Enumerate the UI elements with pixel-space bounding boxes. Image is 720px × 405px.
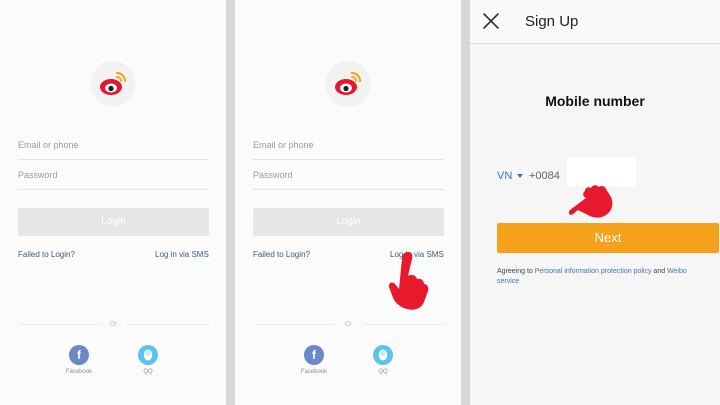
privacy-policy-link[interactable]: Personal information protection policy [535, 268, 652, 275]
agreement-text: Agreeing to Personal information protect… [497, 267, 707, 287]
page-title: Sign Up [525, 13, 579, 30]
next-button[interactable]: Next [497, 223, 719, 253]
login-button[interactable]: Login [18, 208, 209, 236]
login-button[interactable]: Login [253, 208, 444, 236]
caret-down-icon[interactable] [517, 174, 523, 178]
failed-to-login-link[interactable]: Failed to Login? [18, 250, 75, 259]
facebook-label: Facebook [300, 369, 328, 375]
facebook-icon: f [304, 345, 324, 365]
facebook-label: Facebook [65, 369, 93, 375]
or-label: Or [344, 321, 353, 328]
qq-penguin-icon [373, 345, 393, 365]
email-field[interactable]: Email or phone [253, 138, 444, 160]
password-field[interactable]: Password [253, 168, 444, 190]
facebook-login-button[interactable]: f Facebook [59, 345, 99, 375]
failed-to-login-link[interactable]: Failed to Login? [253, 250, 310, 259]
agree-and: and [651, 268, 668, 275]
phone-input[interactable] [567, 158, 636, 186]
pointing-hand-icon [384, 250, 430, 317]
or-label: Or [109, 321, 118, 328]
agree-prefix: Agreeing to [497, 268, 535, 275]
qq-label: QQ [378, 369, 388, 375]
qq-login-button[interactable]: QQ [128, 345, 168, 375]
or-divider: Or [18, 320, 209, 330]
login-screen-1: Email or phone Password Login Failed to … [0, 0, 226, 405]
country-selector[interactable]: VN [497, 170, 512, 182]
login-via-sms-link[interactable]: Log in via SMS [155, 250, 209, 259]
facebook-login-button[interactable]: f Facebook [294, 345, 334, 375]
or-divider: Or [253, 320, 444, 330]
signup-header: Sign Up [470, 0, 720, 44]
qq-penguin-icon [138, 345, 158, 365]
qq-label: QQ [143, 369, 153, 375]
email-field[interactable]: Email or phone [18, 138, 209, 160]
password-field[interactable]: Password [18, 168, 209, 190]
dial-code: +0084 [529, 170, 560, 182]
weibo-logo-icon [326, 61, 370, 105]
mobile-number-heading: Mobile number [545, 93, 645, 109]
qq-login-button[interactable]: QQ [363, 345, 403, 375]
login-screen-2: Email or phone Password Login Failed to … [235, 0, 461, 405]
weibo-logo-icon [91, 61, 135, 105]
facebook-icon: f [69, 345, 89, 365]
pointing-hand-icon [566, 183, 616, 224]
close-icon[interactable] [482, 12, 500, 30]
